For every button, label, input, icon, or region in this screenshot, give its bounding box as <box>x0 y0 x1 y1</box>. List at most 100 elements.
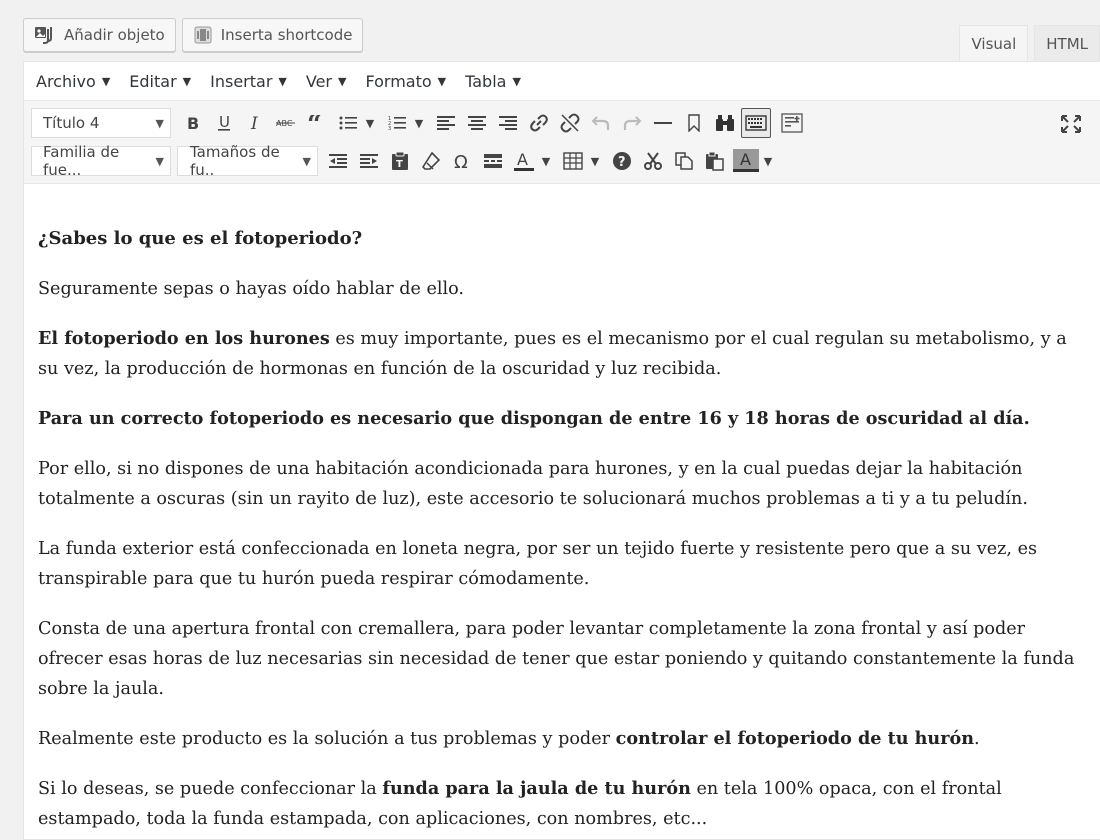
svg-text:“: “ <box>307 115 322 131</box>
paragraph-text: Si lo deseas, se puede confeccionar la <box>38 779 383 799</box>
bold-text: Para un correcto fotoperiodo es necesari… <box>38 408 1030 429</box>
caret-down-icon: ▼ <box>101 74 111 88</box>
find-replace-icon[interactable] <box>710 108 740 138</box>
redo-icon[interactable] <box>617 108 647 138</box>
caret-down-icon: ▼ <box>338 74 347 88</box>
add-object-button[interactable]: Añadir objeto <box>23 18 176 52</box>
format-select-value: Título 4 <box>43 114 100 132</box>
paragraph-6: Consta de una apertura frontal con crema… <box>38 619 1075 699</box>
paragraph-3: Para un correcto fotoperiodo es necesari… <box>38 404 1086 434</box>
svg-text:U: U <box>219 114 230 131</box>
text-color-caret-icon[interactable]: ▼ <box>539 155 553 168</box>
caret-down-icon: ▼ <box>302 154 311 168</box>
menu-editar[interactable]: Editar ▼ <box>129 72 191 91</box>
numbered-list-icon[interactable]: 123 <box>382 108 412 138</box>
read-more-icon[interactable] <box>777 108 807 138</box>
align-left-icon[interactable] <box>431 108 461 138</box>
menu-archivo[interactable]: Archivo ▼ <box>36 72 110 91</box>
paragraph-text: . <box>974 729 980 749</box>
bold-text: funda para la jaula de tu hurón <box>382 778 691 799</box>
underline-icon[interactable]: U <box>209 108 239 138</box>
menu-ver[interactable]: Ver ▼ <box>306 72 347 91</box>
format-select[interactable]: Título 4 ▼ <box>31 108 171 138</box>
bullet-list-icon[interactable] <box>333 108 363 138</box>
paragraph-2: El fotoperiodo en los hurones es muy imp… <box>38 324 1086 384</box>
menu-label: Editar <box>129 71 177 91</box>
indent-icon[interactable] <box>354 146 384 176</box>
horizontal-line-icon[interactable] <box>648 108 678 138</box>
undo-icon[interactable] <box>586 108 616 138</box>
tab-html[interactable]: HTML <box>1034 25 1100 62</box>
bullet-list-caret-icon[interactable]: ▼ <box>363 117 377 130</box>
paragraph-text: Realmente este producto es la solución a… <box>38 729 616 749</box>
menu-label: Insertar <box>210 71 273 91</box>
menu-formato[interactable]: Formato ▼ <box>365 72 446 91</box>
font-size-value: Tamaños de fu.. <box>190 143 280 179</box>
menu-tabla[interactable]: Tabla ▼ <box>465 72 521 91</box>
menu-label: Ver <box>305 71 332 91</box>
svg-text:T: T <box>396 159 403 170</box>
svg-text:A: A <box>740 150 751 169</box>
align-center-icon[interactable] <box>462 108 492 138</box>
background-color-icon[interactable]: A <box>731 146 761 176</box>
paragraph-5: La funda exterior está confeccionada en … <box>38 539 1038 589</box>
font-family-select[interactable]: Familia de fue... ▼ <box>31 143 171 179</box>
caret-down-icon: ▼ <box>155 154 164 168</box>
svg-text:?: ? <box>618 155 626 170</box>
caret-down-icon: ▼ <box>278 74 287 88</box>
link-icon[interactable] <box>524 108 554 138</box>
font-size-select[interactable]: Tamaños de fu.. ▼ <box>177 143 318 179</box>
table-caret-icon[interactable]: ▼ <box>588 155 602 168</box>
bold-text: controlar el fotoperiodo de tu hurón <box>615 728 975 749</box>
paste-icon[interactable] <box>700 146 730 176</box>
outdent-icon[interactable] <box>323 146 353 176</box>
content-heading: ¿Sabes lo que es el fotoperiodo? <box>38 228 363 249</box>
svg-text:A: A <box>517 150 528 169</box>
menubar: Archivo ▼ Editar ▼ Insertar ▼ Ver ▼ Formato ▼… <box>24 62 1100 100</box>
table-icon[interactable] <box>558 146 588 176</box>
paste-text-icon[interactable]: T <box>385 146 415 176</box>
toolbar-row-2: Familia de fue... ▼ Tamaños de fu.. ▼ T … <box>31 143 779 179</box>
toolbar: Título 4 ▼ B U I ABC “ ▼ 123 ▼ Familia d… <box>24 100 1100 184</box>
special-char-icon[interactable]: Ω <box>447 146 477 176</box>
clear-format-icon[interactable] <box>416 146 446 176</box>
fullscreen-icon[interactable] <box>1058 111 1084 137</box>
bookmark-icon[interactable] <box>679 108 709 138</box>
tab-visual[interactable]: Visual <box>959 25 1029 62</box>
svg-text:3: 3 <box>388 126 391 131</box>
copy-icon[interactable] <box>669 146 699 176</box>
menu-label: Tabla <box>465 71 507 91</box>
menu-insertar[interactable]: Insertar ▼ <box>210 72 287 91</box>
bold-icon[interactable]: B <box>178 108 208 138</box>
align-right-icon[interactable] <box>493 108 523 138</box>
numbered-list-caret-icon[interactable]: ▼ <box>412 117 426 130</box>
menu-label: Formato <box>365 71 432 91</box>
paragraph-4: Por ello, si no dispones de una habitaci… <box>38 459 1028 509</box>
insert-shortcode-button[interactable]: Inserta shortcode <box>181 18 364 52</box>
caret-down-icon: ▼ <box>437 74 447 88</box>
editor-frame: Archivo ▼ Editar ▼ Insertar ▼ Ver ▼ Formato ▼… <box>23 61 1100 840</box>
unlink-icon[interactable] <box>555 108 585 138</box>
svg-text:I: I <box>250 115 258 131</box>
media-buttons: Añadir objeto Inserta shortcode <box>23 18 364 52</box>
caret-down-icon: ▼ <box>155 116 164 130</box>
menu-label: Archivo <box>36 71 96 91</box>
toolbar-row-1: Título 4 ▼ B U I ABC “ ▼ 123 ▼ <box>31 107 808 139</box>
bold-text: El fotoperiodo en los hurones <box>38 328 330 349</box>
strikethrough-icon[interactable]: ABC <box>271 108 301 138</box>
insert-shortcode-label: Inserta shortcode <box>220 26 353 44</box>
page-break-icon[interactable] <box>478 146 508 176</box>
shortcode-icon <box>193 26 213 44</box>
background-color-caret-icon[interactable]: ▼ <box>761 155 775 168</box>
blockquote-icon[interactable]: “ <box>302 108 332 138</box>
cut-icon[interactable] <box>638 146 668 176</box>
toolbar-toggle-icon[interactable] <box>740 108 771 138</box>
editor-tabs: Visual HTML <box>953 25 1100 62</box>
editor-screen: Añadir objeto Inserta shortcode Visual H… <box>0 0 1100 840</box>
caret-down-icon: ▼ <box>512 74 521 88</box>
caret-down-icon: ▼ <box>182 74 192 88</box>
italic-icon[interactable]: I <box>240 108 270 138</box>
help-icon[interactable]: ? <box>607 146 637 176</box>
editor-content[interactable]: ¿Sabes lo que es el fotoperiodo? Seguram… <box>24 184 1100 834</box>
text-color-icon[interactable]: A <box>509 146 539 176</box>
